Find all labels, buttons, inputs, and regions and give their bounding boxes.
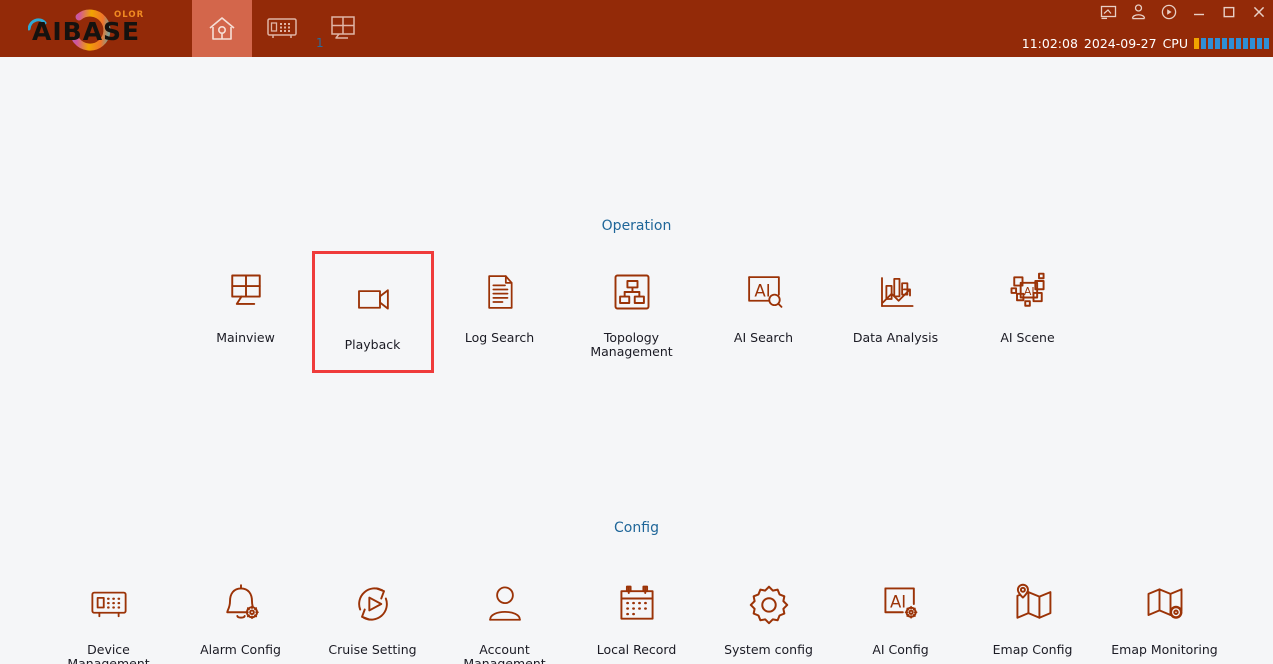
cruise-play-refresh-icon: [350, 577, 396, 631]
nav-tab-home[interactable]: [192, 0, 252, 57]
tile-account-management[interactable]: Account Management: [439, 561, 571, 664]
tile-label: Local Record: [596, 642, 677, 657]
mainview-icon: [224, 265, 268, 319]
tile-cruise-setting[interactable]: Cruise Setting: [307, 561, 439, 664]
aibase-logo: AIBASE OLOR: [12, 6, 162, 52]
calendar-icon: [614, 577, 660, 631]
device-management-icon: [85, 577, 133, 631]
tile-label: Emap Monitoring: [1111, 642, 1218, 657]
ai-scene-icon: AI: [1006, 265, 1050, 319]
status-date: 2024-09-27: [1083, 36, 1157, 51]
gear-icon: [746, 577, 792, 631]
tile-label: Topology Management: [590, 330, 673, 359]
map-eye-icon: [1142, 577, 1188, 631]
cpu-segment: [1201, 38, 1206, 49]
cpu-segment: [1215, 38, 1220, 49]
operation-tile-row: Mainview Playback Log Search Topology Manag…: [0, 251, 1273, 373]
ai-search-icon: AI: [743, 265, 785, 319]
tile-label: System config: [724, 642, 813, 657]
tile-system-config[interactable]: System config: [703, 561, 835, 664]
tile-ai-config[interactable]: AI AI Config: [835, 561, 967, 664]
cpu-segment: [1243, 38, 1248, 49]
nav-tab-grid-badge: 1: [316, 36, 324, 50]
screen-icon[interactable]: [1100, 2, 1117, 22]
topology-icon: [610, 265, 654, 319]
nav-tab-device[interactable]: [252, 0, 312, 57]
section-title-operation: Operation: [601, 218, 672, 234]
tile-label: Data Analysis: [852, 330, 939, 345]
cpu-segment: [1208, 38, 1213, 49]
content-area: Operation Mainview Playback Log Search Topo…: [0, 57, 1273, 664]
status-line: 11:02:08 2024-09-27 CPU: [1022, 36, 1269, 51]
device-icon: [267, 17, 297, 38]
tile-label: AI Config: [872, 642, 929, 657]
cpu-label: CPU: [1162, 36, 1188, 51]
svg-text:AI: AI: [754, 281, 770, 300]
ai-gear-icon: AI: [879, 577, 923, 631]
cpu-segment: [1194, 38, 1199, 49]
nav-tab-grid-view[interactable]: 1: [312, 0, 372, 57]
tile-ai-scene[interactable]: AI AI Scene: [962, 251, 1094, 373]
nav-tabs: 1: [192, 0, 372, 57]
tile-data-analysis[interactable]: Data Analysis: [830, 251, 962, 373]
tile-label: Emap Config: [992, 642, 1073, 657]
tile-label: Device Management: [67, 642, 150, 664]
logo-accent-text: OLOR: [114, 9, 145, 20]
tile-local-record[interactable]: Local Record: [571, 561, 703, 664]
tile-label: Cruise Setting: [328, 642, 417, 657]
account-person-icon: [483, 577, 527, 631]
data-analysis-chart-icon: [873, 265, 919, 319]
config-tile-row: Device Management Alarm Config Cruise Sett…: [0, 561, 1273, 664]
grid-view-icon: [331, 15, 355, 39]
user-icon[interactable]: [1130, 2, 1147, 22]
cpu-meter: [1194, 38, 1269, 49]
cpu-segment: [1229, 38, 1234, 49]
cpu-segment: [1257, 38, 1262, 49]
help-icon[interactable]: [1160, 2, 1177, 22]
tile-label: Mainview: [216, 330, 275, 345]
tile-alarm-config[interactable]: Alarm Config: [175, 561, 307, 664]
home-icon: [209, 16, 235, 40]
map-pin-icon: [1010, 577, 1056, 631]
titlebar-right: 11:02:08 2024-09-27 CPU: [853, 0, 1273, 57]
tile-emap-config[interactable]: Emap Config: [967, 561, 1099, 664]
playback-camera-icon: [350, 272, 396, 326]
tile-label: AI Scene: [1000, 330, 1055, 345]
tile-ai-search[interactable]: AI AI Search: [698, 251, 830, 373]
tile-log-search[interactable]: Log Search: [434, 251, 566, 373]
tile-label: Account Management: [463, 642, 546, 664]
tile-emap-monitoring[interactable]: Emap Monitoring: [1099, 561, 1231, 664]
cpu-segment: [1250, 38, 1255, 49]
logo-text: AIBASE: [32, 16, 141, 46]
tile-label: AI Search: [733, 330, 794, 345]
tile-label: Log Search: [464, 330, 535, 345]
tile-label: Playback: [344, 337, 401, 352]
logo-area: AIBASE OLOR: [0, 0, 192, 57]
cpu-segment: [1264, 38, 1269, 49]
minimize-icon[interactable]: [1190, 2, 1207, 22]
close-icon[interactable]: [1250, 2, 1267, 22]
tile-device-management[interactable]: Device Management: [43, 561, 175, 664]
titlebar: AIBASE OLOR 1 11:02:08 2024-09-27 CPU: [0, 0, 1273, 57]
window-controls: [1100, 2, 1267, 22]
section-title-config: Config: [614, 520, 659, 536]
log-search-document-icon: [480, 265, 520, 319]
tile-playback[interactable]: Playback: [311, 251, 434, 373]
tile-topology-management[interactable]: Topology Management: [566, 251, 698, 373]
cpu-segment: [1222, 38, 1227, 49]
tile-mainview[interactable]: Mainview: [180, 251, 312, 373]
maximize-icon[interactable]: [1220, 2, 1237, 22]
cpu-segment: [1236, 38, 1241, 49]
alarm-bell-gear-icon: [218, 577, 264, 631]
status-time: 11:02:08: [1021, 36, 1078, 51]
tile-label: Alarm Config: [200, 642, 281, 657]
svg-text:AI: AI: [890, 593, 906, 612]
